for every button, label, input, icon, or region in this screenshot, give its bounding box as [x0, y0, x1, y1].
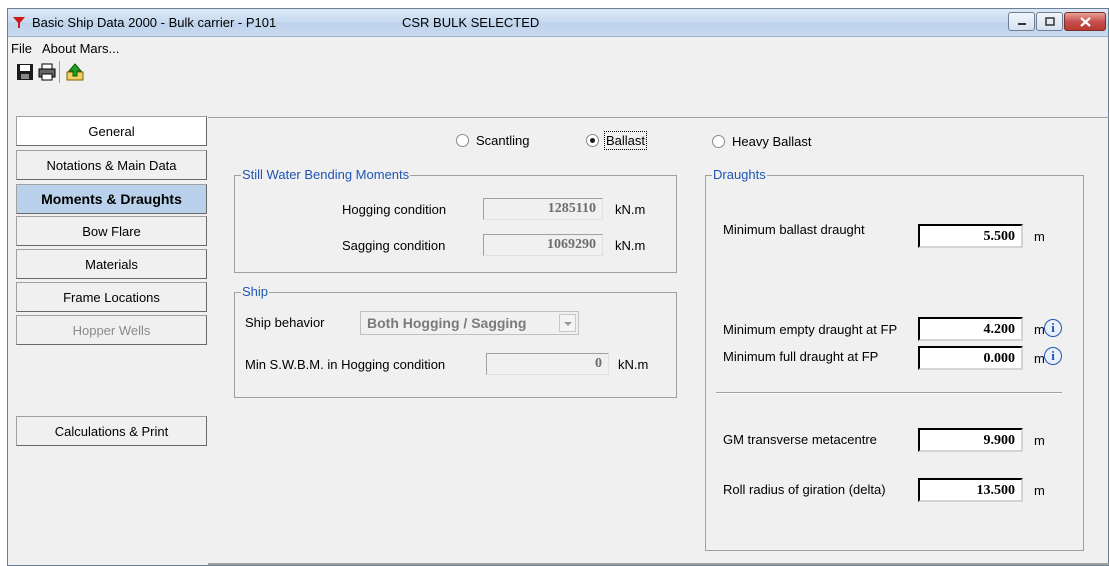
sidebar-item-moments-draughts[interactable]: Moments & Draughts	[16, 184, 207, 214]
ship-behavior-select[interactable]: Both Hogging / Sagging	[360, 311, 579, 335]
min-empty-fp-field[interactable]: 4.200	[918, 317, 1023, 341]
sagging-field: 1069290	[483, 234, 603, 256]
sagging-label: Sagging condition	[342, 238, 446, 253]
app-logo-icon	[13, 17, 25, 28]
roll-radius-field[interactable]: 13.500	[918, 478, 1023, 502]
min-ballast-field[interactable]: 5.500	[918, 224, 1023, 248]
save-icon[interactable]	[16, 63, 34, 81]
radio-ballast[interactable]: Ballast	[586, 131, 648, 150]
ship-behavior-label: Ship behavior	[245, 315, 325, 330]
title-bar[interactable]: Basic Ship Data 2000 - Bulk carrier - P1…	[8, 9, 1108, 37]
export-icon[interactable]	[65, 63, 85, 81]
gm-field[interactable]: 9.900	[918, 428, 1023, 452]
radio-scantling-label: Scantling	[476, 133, 530, 148]
radio-circle	[456, 134, 469, 147]
ship-group: Ship Ship behavior Both Hogging / Saggin…	[234, 284, 677, 398]
radio-circle-checked	[586, 134, 599, 147]
min-full-fp-field[interactable]: 0.000	[918, 346, 1023, 370]
min-swbm-field: 0	[486, 353, 609, 375]
min-ballast-label: Minimum ballast draught	[723, 222, 865, 237]
min-swbm-unit: kN.m	[618, 357, 649, 372]
minimize-icon	[1017, 22, 1026, 25]
maximize-icon	[1044, 17, 1055, 26]
info-icon[interactable]: i	[1044, 347, 1062, 365]
gm-unit: m	[1034, 433, 1045, 448]
toolbar-divider	[59, 61, 60, 83]
window-controls	[1007, 12, 1106, 31]
window-title: Basic Ship Data 2000 - Bulk carrier - P1…	[32, 15, 277, 30]
draughts-group-title: Draughts	[712, 167, 767, 182]
sidebar-item-general[interactable]: General	[16, 116, 207, 146]
menu-bar: File About Mars...	[8, 38, 1108, 58]
window-status: CSR BULK SELECTED	[402, 15, 540, 30]
maximize-button[interactable]	[1036, 12, 1063, 31]
ship-group-title: Ship	[241, 284, 270, 299]
min-empty-fp-label: Minimum empty draught at FP	[723, 322, 898, 337]
swbm-group-title: Still Water Bending Moments	[241, 167, 411, 182]
main-window: Basic Ship Data 2000 - Bulk carrier - P1…	[7, 8, 1109, 566]
sidebar-item-notations[interactable]: Notations & Main Data	[16, 150, 207, 180]
sidebar-item-frame-locations[interactable]: Frame Locations	[16, 282, 207, 312]
close-icon	[1079, 16, 1091, 27]
close-button[interactable]	[1064, 12, 1106, 31]
sidebar-item-hopper-wells[interactable]: Hopper Wells	[16, 315, 207, 345]
gm-label: GM transverse metacentre	[723, 432, 877, 447]
content-bottom-border	[208, 563, 1109, 565]
min-swbm-label: Min S.W.B.M. in Hogging condition	[245, 357, 446, 372]
roll-radius-unit: m	[1034, 483, 1045, 498]
content-top-border	[208, 117, 1109, 118]
info-icon[interactable]: i	[1044, 319, 1062, 337]
menu-about[interactable]: About Mars...	[42, 41, 119, 56]
min-ballast-unit: m	[1034, 229, 1045, 244]
roll-radius-label: Roll radius of giration (delta)	[723, 482, 886, 497]
radio-ballast-label: Ballast	[603, 131, 648, 150]
printer-icon[interactable]	[38, 63, 56, 81]
min-full-fp-label: Minimum full draught at FP	[723, 349, 879, 364]
minimize-button[interactable]	[1008, 12, 1035, 31]
sidebar-item-bow-flare[interactable]: Bow Flare	[16, 216, 207, 246]
ship-behavior-value: Both Hogging / Sagging	[367, 315, 527, 331]
sagging-unit: kN.m	[615, 238, 646, 253]
draughts-group: Draughts Minimum ballast draught 5.500 m…	[705, 167, 1084, 551]
radio-heavy-ballast[interactable]: Heavy Ballast	[712, 134, 811, 149]
sidebar-item-calculations-print[interactable]: Calculations & Print	[16, 416, 207, 446]
radio-scantling[interactable]: Scantling	[456, 133, 529, 148]
draughts-separator	[716, 392, 1062, 394]
menu-file[interactable]: File	[11, 41, 32, 56]
hogging-unit: kN.m	[615, 202, 646, 217]
sidebar-item-materials[interactable]: Materials	[16, 249, 207, 279]
chevron-down-icon[interactable]	[559, 314, 576, 332]
hogging-field: 1285110	[483, 198, 603, 220]
swbm-group: Still Water Bending Moments Hogging cond…	[234, 167, 677, 273]
radio-circle	[712, 135, 725, 148]
radio-heavy-ballast-label: Heavy Ballast	[732, 134, 812, 149]
hogging-label: Hogging condition	[342, 202, 447, 217]
